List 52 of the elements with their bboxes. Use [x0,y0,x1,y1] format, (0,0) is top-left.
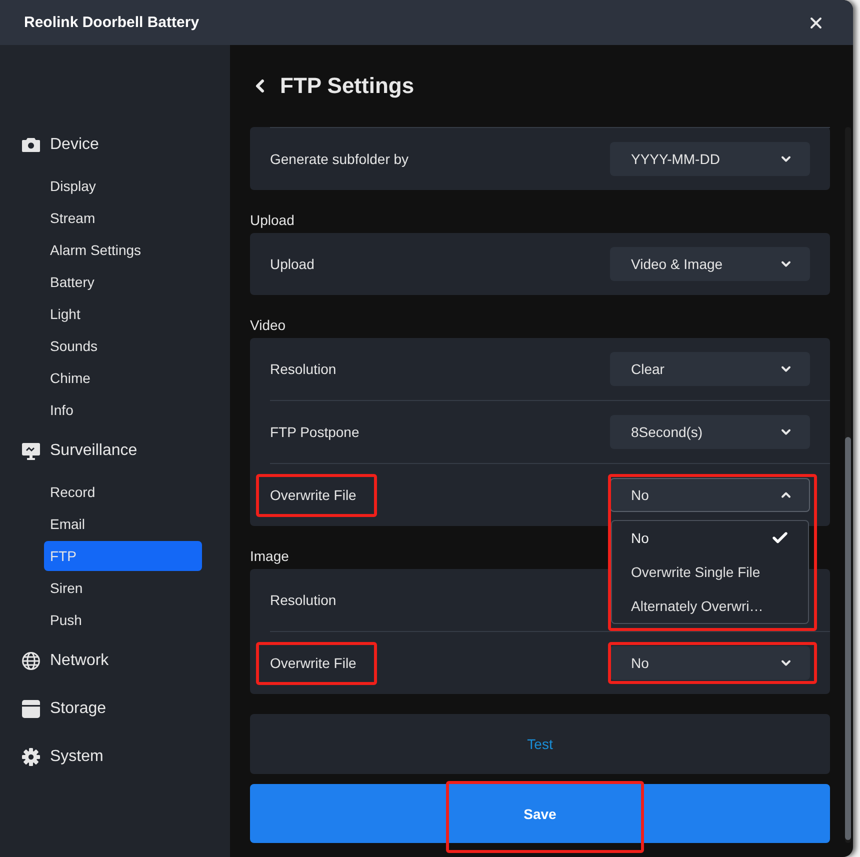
sidebar-group[interactable]: Device [0,121,230,169]
monitor-icon [22,442,40,460]
section-heading: Video [250,316,286,335]
globe-icon [22,652,40,670]
setting-label: Overwrite File [270,655,356,671]
setting-label: Generate subfolder by [270,151,409,167]
sidebar-item[interactable]: Display [44,171,202,201]
group-label: Device [50,136,99,154]
group-label: Surveillance [50,442,138,460]
setting-label: FTP Postpone [270,424,360,440]
group-label: System [50,748,104,766]
sidebar-item[interactable]: Push [44,605,202,635]
sidebar-item[interactable]: Email [44,509,202,539]
sidebar-group[interactable]: System [0,733,230,781]
test-button[interactable]: Test [250,714,830,774]
dropdown-select[interactable]: No [610,646,810,680]
setting-label: Overwrite File [270,487,356,503]
scrollbar-thumb[interactable] [845,437,851,840]
setting-label: Resolution [270,592,336,608]
sidebar-item[interactable]: Siren [44,573,202,603]
section-heading: Upload [250,211,294,230]
sidebar-group[interactable]: Storage [0,685,230,733]
setting-label: Resolution [270,361,336,377]
gear-icon [22,748,40,766]
sidebar-item[interactable]: Record [44,477,202,507]
camera-icon [22,138,40,152]
dropdown-select[interactable]: Video & Image [610,247,810,281]
sidebar-item[interactable]: Battery [44,267,202,297]
dropdown-select[interactable]: YYYY-MM-DD [610,142,810,176]
menu-option[interactable]: Alternately Overwri… [612,589,808,623]
sidebar-item[interactable]: Light [44,299,202,329]
menu-option[interactable]: Overwrite Single File [612,555,808,589]
dropdown-select[interactable]: Clear [610,352,810,386]
sidebar-item[interactable]: Stream [44,203,202,233]
sidebar-item[interactable]: Info [44,395,202,425]
dropdown-select[interactable]: 8Second(s) [610,415,810,449]
page-title: FTP Settings [280,73,414,99]
dropdown-select[interactable]: No [610,478,810,512]
save-button[interactable]: Save [250,784,830,843]
group-label: Storage [50,700,106,718]
setting-label: Upload [270,256,314,272]
sidebar-group[interactable]: Network [0,637,230,685]
sidebar-item[interactable]: Sounds [44,331,202,361]
section-heading: Image [250,547,289,566]
sidebar-group[interactable]: Surveillance [0,427,230,475]
sidebar-item[interactable]: FTP [44,541,202,571]
sidebar-item[interactable]: Alarm Settings [44,235,202,265]
menu-option[interactable]: No [612,521,808,555]
window-title: Reolink Doorbell Battery [24,14,200,31]
drive-icon [22,700,40,718]
group-label: Network [50,652,109,670]
sidebar-item[interactable]: Chime [44,363,202,393]
